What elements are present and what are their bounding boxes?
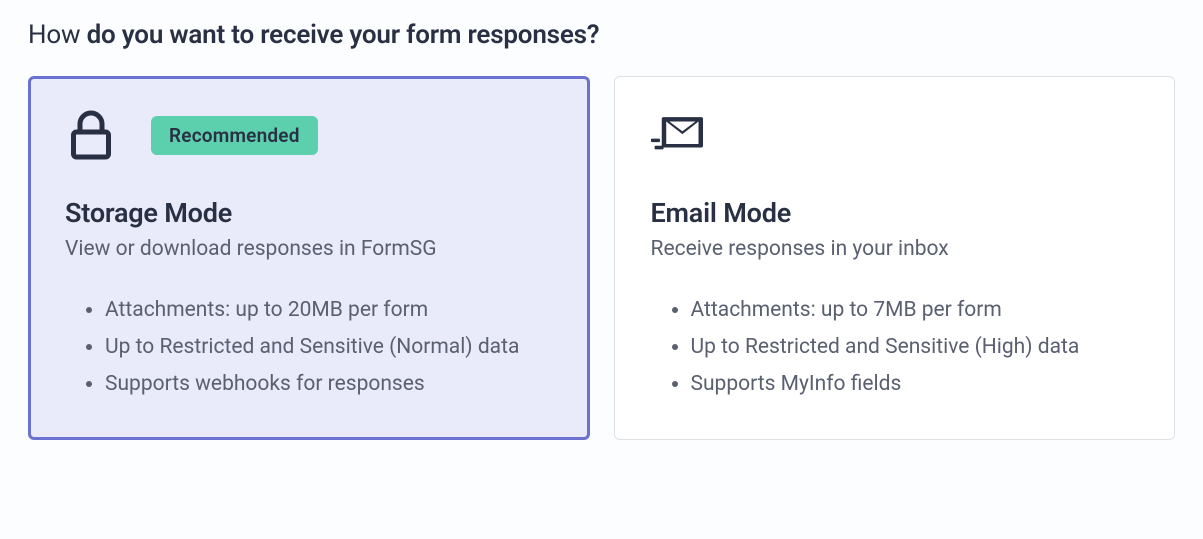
list-item: Supports webhooks for responses bbox=[105, 366, 553, 403]
mail-send-icon bbox=[651, 109, 703, 161]
option-storage-mode[interactable]: Recommended Storage Mode View or downloa… bbox=[28, 76, 590, 440]
page-title-main: do you want to receive your form respons… bbox=[87, 20, 600, 50]
option-title: Storage Mode bbox=[65, 197, 553, 229]
card-header: Recommended bbox=[65, 109, 553, 161]
response-mode-options: Recommended Storage Mode View or downloa… bbox=[28, 76, 1175, 440]
option-subtitle: Receive responses in your inbox bbox=[651, 235, 1139, 264]
list-item: Attachments: up to 20MB per form bbox=[105, 292, 553, 329]
list-item: Supports MyInfo fields bbox=[691, 366, 1139, 403]
option-title: Email Mode bbox=[651, 197, 1139, 229]
lock-icon bbox=[65, 109, 117, 161]
option-features-list: Attachments: up to 7MB per form Up to Re… bbox=[651, 292, 1139, 402]
option-subtitle: View or download responses in FormSG bbox=[65, 235, 553, 264]
list-item: Up to Restricted and Sensitive (Normal) … bbox=[105, 329, 553, 366]
option-features-list: Attachments: up to 20MB per form Up to R… bbox=[65, 292, 553, 402]
recommended-badge: Recommended bbox=[151, 116, 318, 155]
page-title: How do you want to receive your form res… bbox=[28, 20, 1175, 50]
card-header bbox=[651, 109, 1139, 161]
option-email-mode[interactable]: Email Mode Receive responses in your inb… bbox=[614, 76, 1176, 440]
list-item: Up to Restricted and Sensitive (High) da… bbox=[691, 329, 1139, 366]
page-title-prefix: How bbox=[28, 20, 87, 50]
list-item: Attachments: up to 7MB per form bbox=[691, 292, 1139, 329]
